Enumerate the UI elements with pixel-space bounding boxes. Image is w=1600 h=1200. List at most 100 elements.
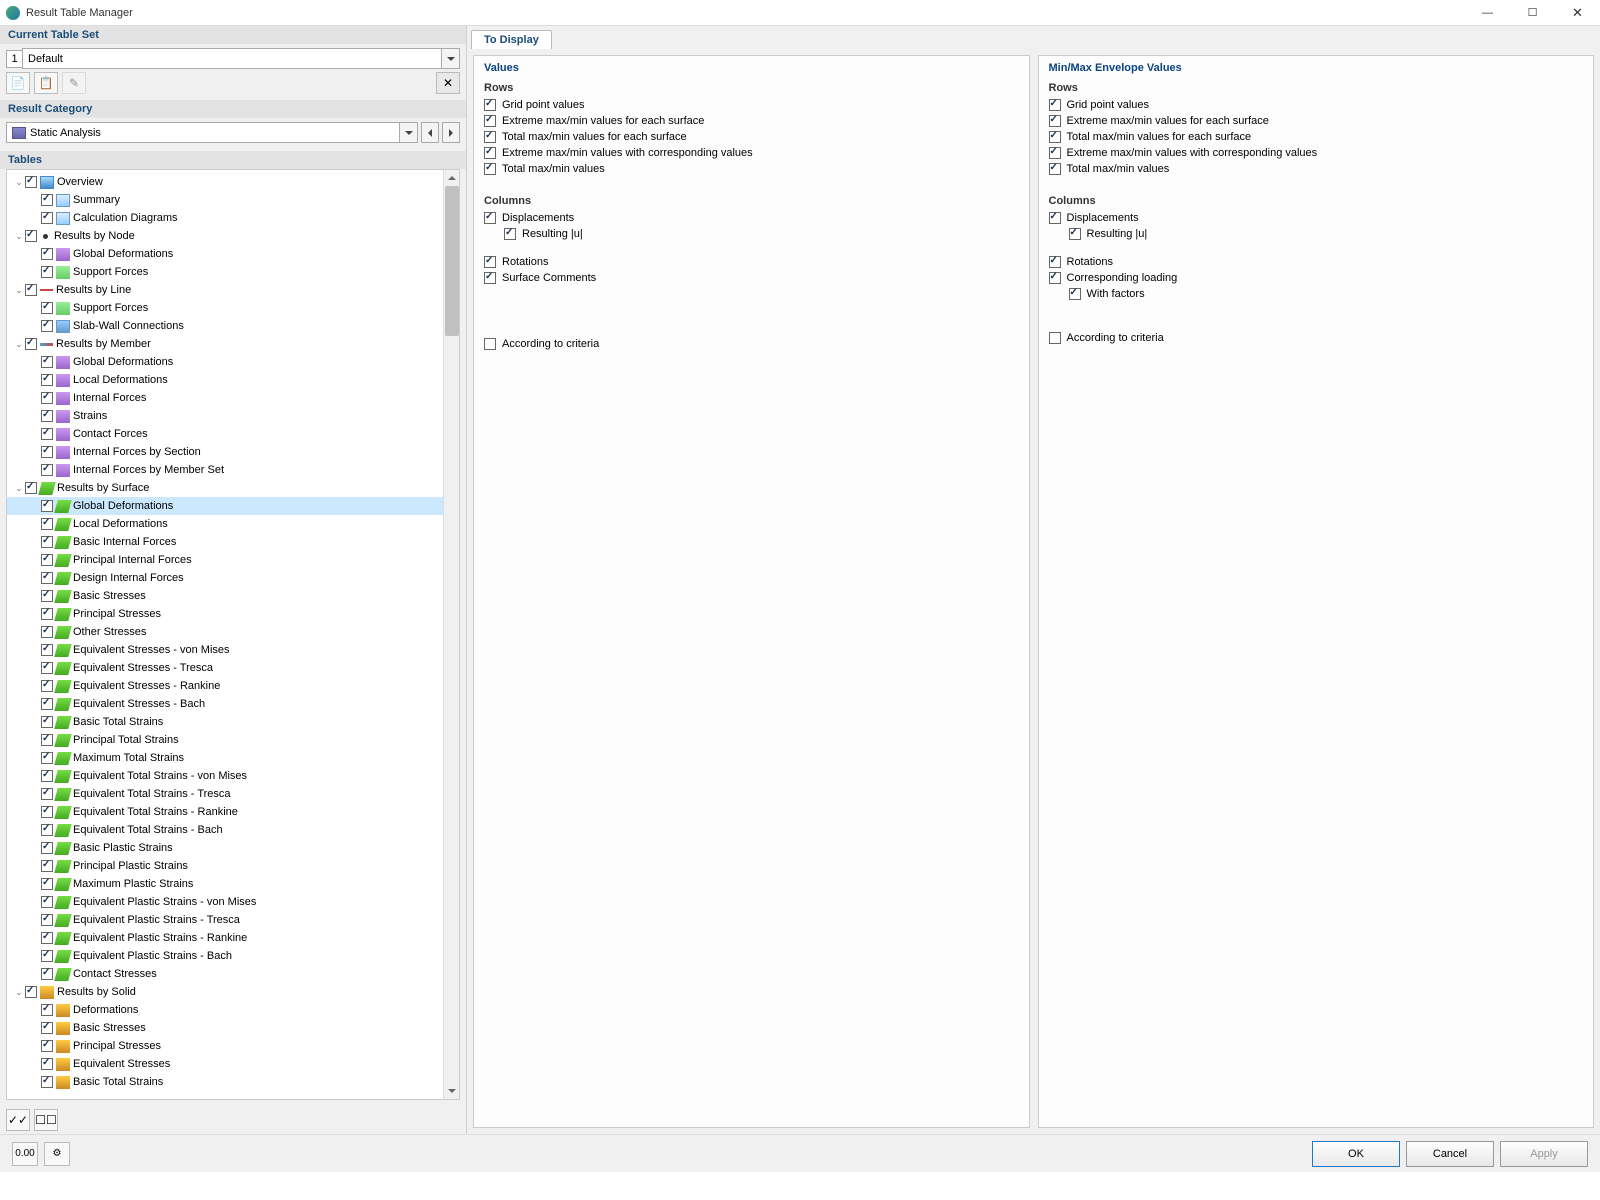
envelope-row-row[interactable]: Total max/min values for each surface	[1049, 129, 1584, 145]
values-col-checkbox[interactable]	[484, 212, 496, 224]
envelope-row-checkbox[interactable]	[1049, 115, 1061, 127]
values-col-row[interactable]: Displacements	[484, 210, 1019, 226]
tree-checkbox[interactable]	[25, 230, 37, 242]
envelope-row-row[interactable]: Extreme max/min values for each surface	[1049, 113, 1584, 129]
tree-item[interactable]: Basic Total Strains	[7, 713, 459, 731]
tree-checkbox[interactable]	[25, 986, 37, 998]
tree-checkbox[interactable]	[41, 644, 53, 656]
tree-item[interactable]: Basic Plastic Strains	[7, 839, 459, 857]
result-category-dropdown-icon[interactable]	[400, 122, 418, 143]
tree-checkbox[interactable]	[41, 374, 53, 386]
tree-item[interactable]: Contact Stresses	[7, 965, 459, 983]
tree-checkbox[interactable]	[41, 734, 53, 746]
tree-checkbox[interactable]	[41, 248, 53, 260]
tree-checkbox[interactable]	[41, 1022, 53, 1034]
tree-item[interactable]: Basic Total Strains	[7, 1073, 459, 1091]
envelope-col-checkbox[interactable]	[1049, 272, 1061, 284]
tree-checkbox[interactable]	[41, 680, 53, 692]
envelope-row-row[interactable]: Grid point values	[1049, 97, 1584, 113]
tree-item[interactable]: Slab-Wall Connections	[7, 317, 459, 335]
envelope-row-checkbox[interactable]	[1049, 131, 1061, 143]
tree-checkbox[interactable]	[41, 590, 53, 602]
envelope-col-row[interactable]: With factors	[1049, 286, 1584, 302]
expand-icon[interactable]: ⌄	[13, 177, 25, 188]
tree-item[interactable]: Global Deformations	[7, 245, 459, 263]
tree-item[interactable]: Equivalent Stresses - Tresca	[7, 659, 459, 677]
tree-checkbox[interactable]	[41, 1004, 53, 1016]
close-button[interactable]	[1555, 0, 1600, 26]
tree-checkbox[interactable]	[25, 284, 37, 296]
tree-checkbox[interactable]	[41, 824, 53, 836]
tree-item[interactable]: Basic Stresses	[7, 1019, 459, 1037]
tree-item[interactable]: Equivalent Stresses - von Mises	[7, 641, 459, 659]
minimize-button[interactable]	[1465, 0, 1510, 26]
tree-checkbox[interactable]	[41, 302, 53, 314]
tree-checkbox[interactable]	[41, 554, 53, 566]
envelope-col-checkbox[interactable]	[1069, 288, 1081, 300]
tree-checkbox[interactable]	[41, 572, 53, 584]
tree-item[interactable]: Equivalent Plastic Strains - Bach	[7, 947, 459, 965]
tree-item[interactable]: Strains	[7, 407, 459, 425]
tree-item[interactable]: Basic Stresses	[7, 587, 459, 605]
cancel-button[interactable]: Cancel	[1406, 1141, 1494, 1167]
tree-item[interactable]: Design Internal Forces	[7, 569, 459, 587]
envelope-row-row[interactable]: Total max/min values	[1049, 161, 1584, 177]
tree-checkbox[interactable]	[41, 788, 53, 800]
tree-checkbox[interactable]	[25, 482, 37, 494]
tree-item[interactable]: Support Forces	[7, 263, 459, 281]
tree-item[interactable]: Equivalent Total Strains - Bach	[7, 821, 459, 839]
tree-item[interactable]: Equivalent Stresses - Rankine	[7, 677, 459, 695]
tree-checkbox[interactable]	[41, 860, 53, 872]
tree-scrollbar[interactable]	[443, 170, 459, 1099]
tree-checkbox[interactable]	[41, 806, 53, 818]
result-category-select[interactable]: Static Analysis	[6, 122, 400, 143]
tree-checkbox[interactable]	[41, 698, 53, 710]
values-col-checkbox[interactable]	[504, 228, 516, 240]
tree-checkbox[interactable]	[41, 194, 53, 206]
tree-item[interactable]: Principal Stresses	[7, 605, 459, 623]
tree-item[interactable]: Global Deformations	[7, 353, 459, 371]
values-col-row[interactable]: Surface Comments	[484, 270, 1019, 286]
envelope-col-checkbox[interactable]	[1049, 212, 1061, 224]
tree-checkbox[interactable]	[41, 716, 53, 728]
envelope-row-checkbox[interactable]	[1049, 147, 1061, 159]
values-row-row[interactable]: Total max/min values for each surface	[484, 129, 1019, 145]
tree-item[interactable]: Calculation Diagrams	[7, 209, 459, 227]
tree-item[interactable]: Local Deformations	[7, 515, 459, 533]
tree-checkbox[interactable]	[41, 878, 53, 890]
tree-item[interactable]: Other Stresses	[7, 623, 459, 641]
tree-checkbox[interactable]	[41, 914, 53, 926]
tree-item[interactable]: Equivalent Total Strains - Rankine	[7, 803, 459, 821]
tree-checkbox[interactable]	[41, 950, 53, 962]
values-row-checkbox[interactable]	[484, 147, 496, 159]
tree-checkbox[interactable]	[41, 536, 53, 548]
tree-item[interactable]: Deformations	[7, 1001, 459, 1019]
envelope-row-row[interactable]: Extreme max/min values with correspondin…	[1049, 145, 1584, 161]
scroll-up-icon[interactable]	[444, 170, 460, 186]
tree-checkbox[interactable]	[41, 932, 53, 944]
copy-set-button[interactable]: 📋	[34, 72, 58, 94]
edit-set-button[interactable]: ✎	[62, 72, 86, 94]
envelope-col-checkbox[interactable]	[1049, 256, 1061, 268]
tree-checkbox[interactable]	[41, 968, 53, 980]
tree-item[interactable]: Internal Forces	[7, 389, 459, 407]
tree-item[interactable]: Equivalent Plastic Strains - von Mises	[7, 893, 459, 911]
tree-checkbox[interactable]	[41, 392, 53, 404]
envelope-col-row[interactable]: Rotations	[1049, 254, 1584, 270]
tree-item[interactable]: ⌄Results by Node	[7, 227, 459, 245]
tree-checkbox[interactable]	[25, 338, 37, 350]
tree-checkbox[interactable]	[41, 896, 53, 908]
tree-checkbox[interactable]	[41, 518, 53, 530]
values-row-checkbox[interactable]	[484, 99, 496, 111]
tree-checkbox[interactable]	[41, 356, 53, 368]
values-col-row[interactable]: Resulting |u|	[484, 226, 1019, 242]
values-row-row[interactable]: Total max/min values	[484, 161, 1019, 177]
tree-checkbox[interactable]	[41, 410, 53, 422]
expand-icon[interactable]: ⌄	[13, 483, 25, 494]
tree-checkbox[interactable]	[41, 608, 53, 620]
values-row-checkbox[interactable]	[484, 115, 496, 127]
values-criteria-checkbox[interactable]	[484, 338, 496, 350]
tree-checkbox[interactable]	[41, 320, 53, 332]
tree-item[interactable]: Equivalent Stresses - Bach	[7, 695, 459, 713]
tree-item[interactable]: Contact Forces	[7, 425, 459, 443]
